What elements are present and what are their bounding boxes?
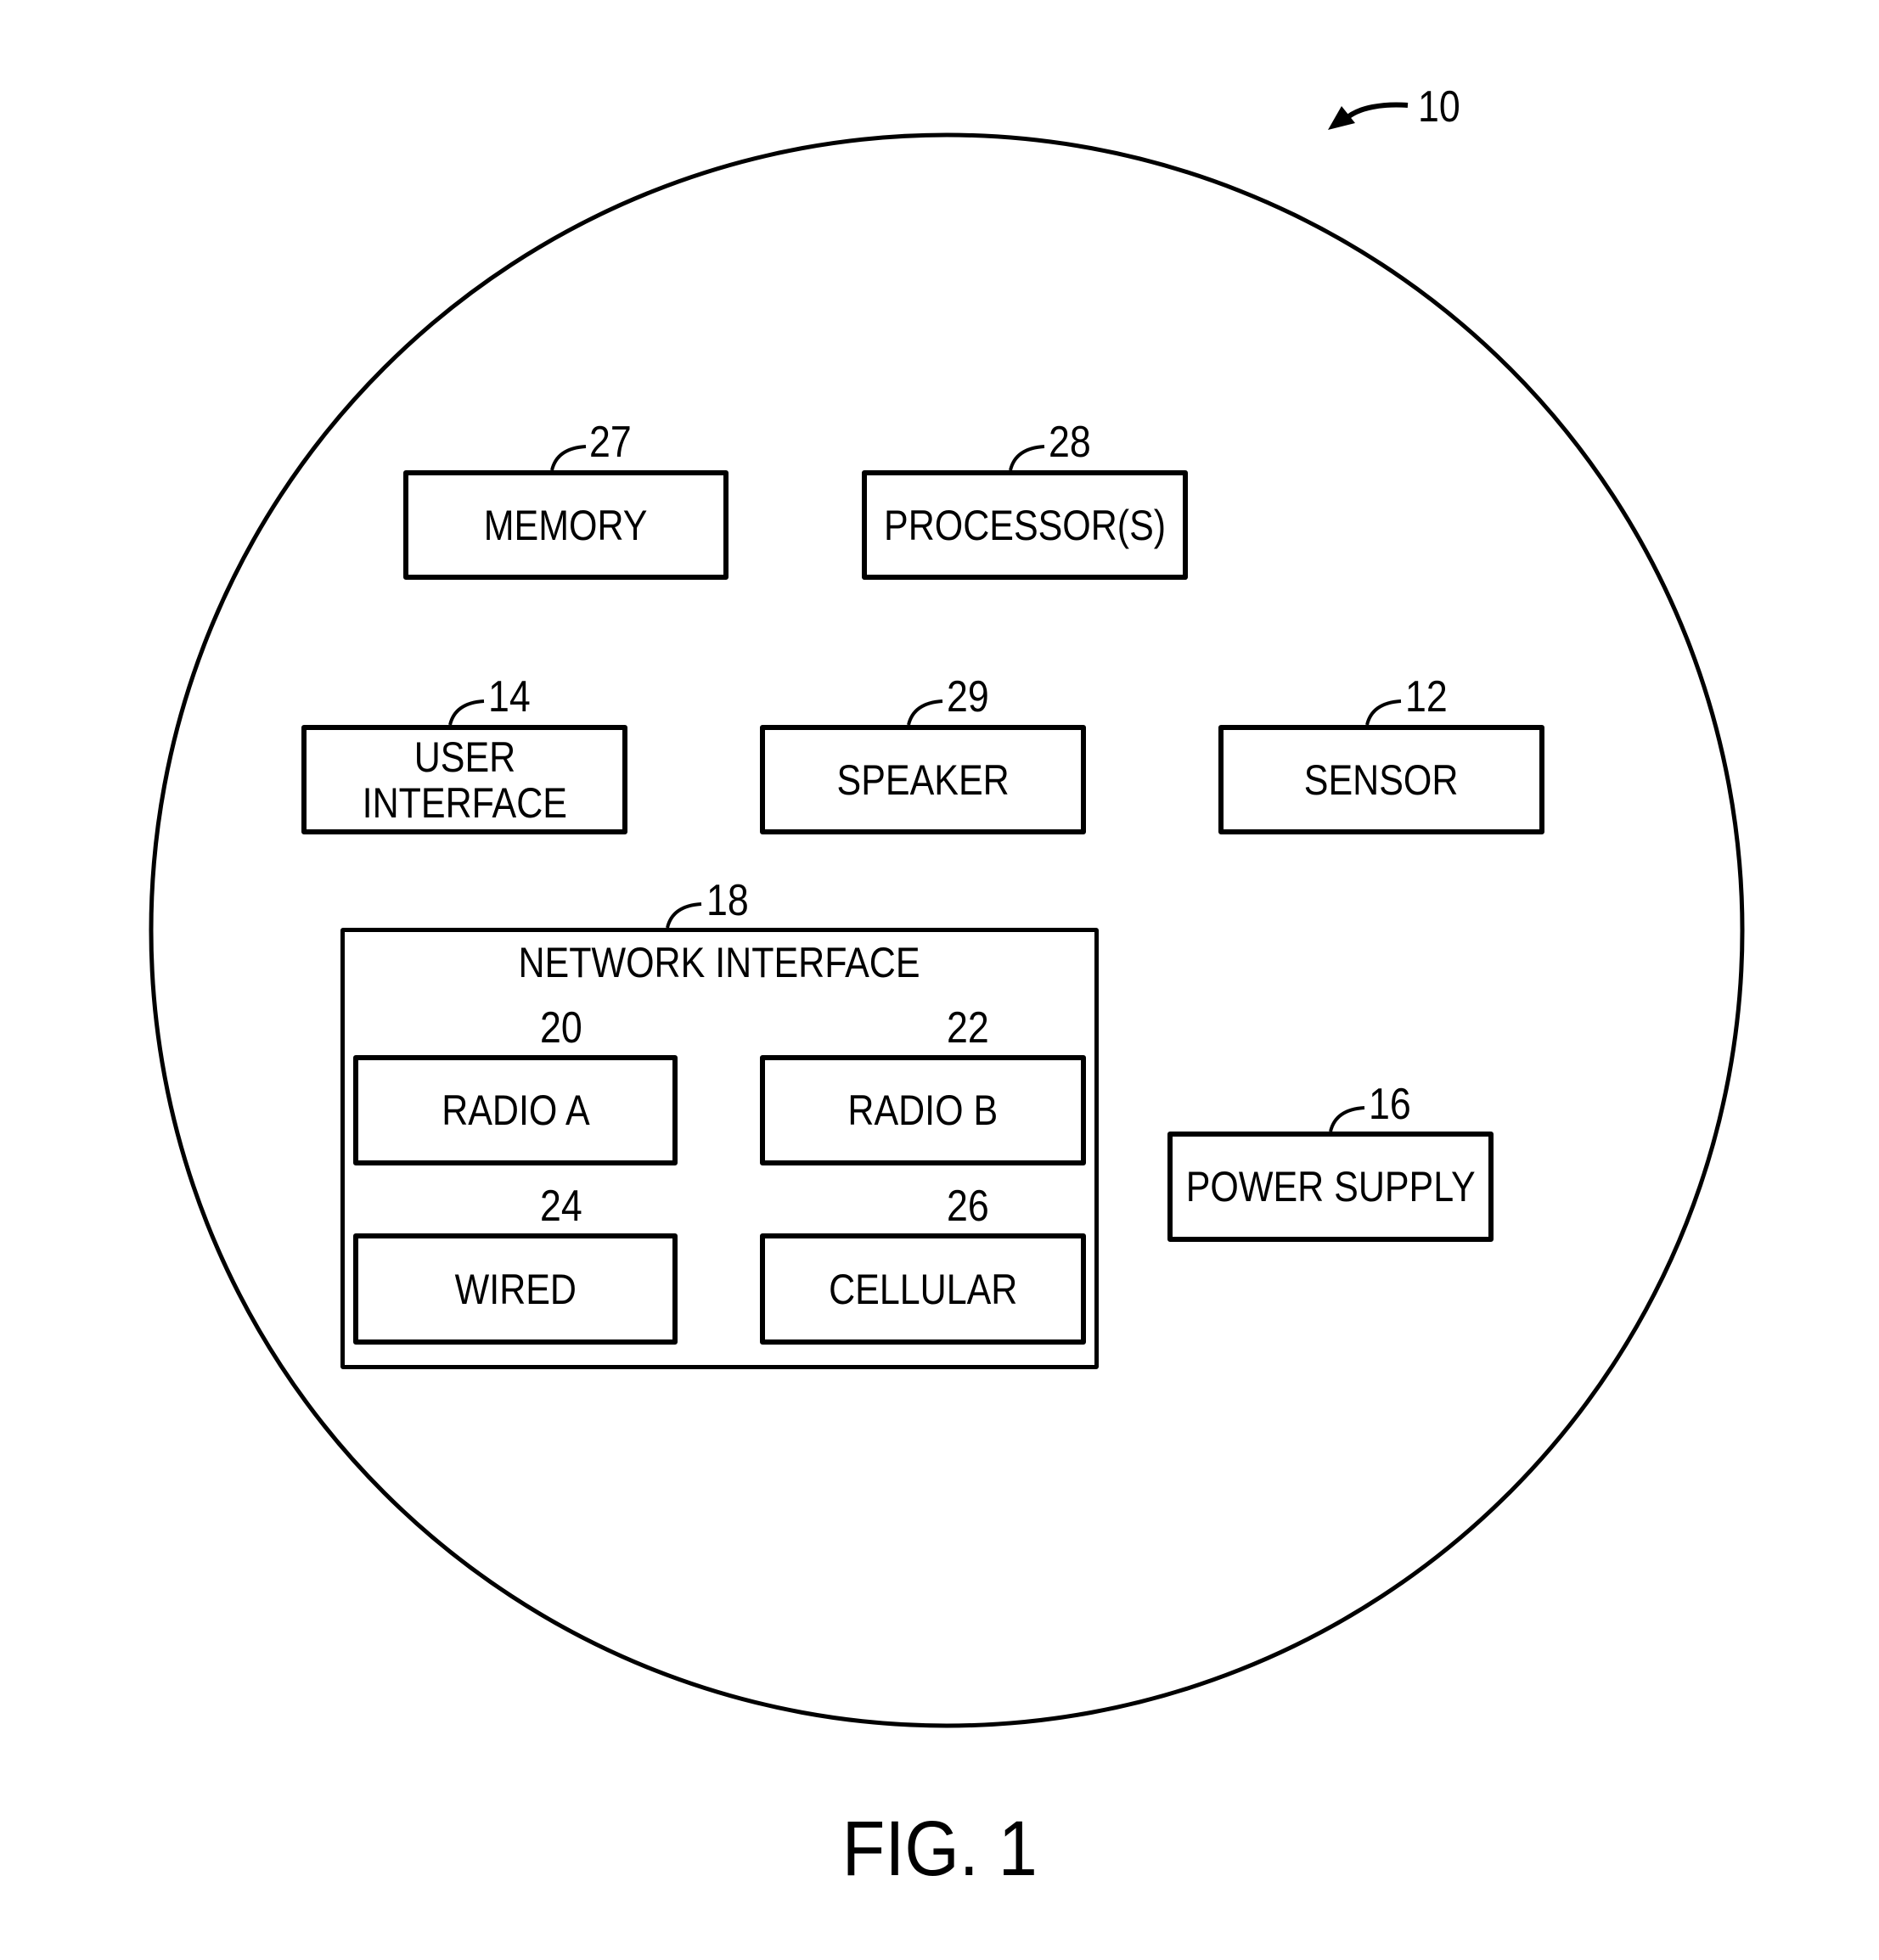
radio-a-label: RADIO A — [441, 1087, 590, 1134]
patent-figure: 10 MEMORY 27 PROCESSOR(S) 28 USER INTERF… — [0, 0, 1879, 1960]
network-interface-ref-number: 18 — [706, 876, 749, 925]
sensor-label: SENSOR — [1304, 755, 1459, 804]
device-ref-arrow-head-icon — [1328, 106, 1355, 130]
leader-sensor — [1365, 699, 1402, 726]
processor-label: PROCESSOR(S) — [883, 501, 1167, 549]
radio-b-label: RADIO B — [847, 1087, 999, 1134]
power-supply-ref-number: 16 — [1369, 1080, 1411, 1129]
device-ref-arrow-line — [1343, 102, 1409, 121]
leader-user-interface — [448, 699, 485, 726]
leader-power-supply — [1329, 1106, 1365, 1132]
cellular-ref-number: 26 — [947, 1182, 989, 1231]
power-supply-block: POWER SUPPLY — [1167, 1132, 1494, 1242]
memory-ref-number: 27 — [589, 418, 632, 467]
memory-label: MEMORY — [484, 501, 648, 549]
sensor-ref-number: 12 — [1405, 672, 1448, 722]
radio-a-block: RADIO A — [353, 1055, 678, 1165]
leader-memory — [550, 445, 587, 471]
network-interface-label: NETWORK INTERFACE — [518, 939, 921, 986]
power-supply-label: POWER SUPPLY — [1185, 1163, 1476, 1210]
radio-b-block: RADIO B — [760, 1055, 1086, 1165]
wired-block: WIRED — [353, 1233, 678, 1345]
speaker-ref-number: 29 — [947, 672, 989, 722]
radio-b-ref-number: 22 — [947, 1003, 989, 1053]
speaker-label: SPEAKER — [836, 755, 1010, 804]
processor-block: PROCESSOR(S) — [862, 470, 1188, 580]
wired-label: WIRED — [454, 1265, 577, 1313]
user-interface-block: USER INTERFACE — [301, 725, 627, 834]
memory-block: MEMORY — [403, 470, 729, 580]
wired-ref-number: 24 — [540, 1182, 582, 1231]
figure-caption-text: FIG. 1 — [841, 1806, 1038, 1892]
leader-network-interface — [666, 902, 702, 929]
user-interface-label-line1: USER — [413, 733, 515, 781]
user-interface-ref-number: 14 — [488, 672, 531, 722]
device-ref-number: 10 — [1418, 82, 1460, 132]
leader-processor — [1009, 445, 1045, 471]
radio-a-ref-number: 20 — [540, 1003, 582, 1053]
processor-ref-number: 28 — [1049, 418, 1091, 467]
sensor-block: SENSOR — [1218, 725, 1544, 834]
figure-caption: FIG. 1 — [0, 1806, 1879, 1891]
cellular-block: CELLULAR — [760, 1233, 1086, 1345]
speaker-block: SPEAKER — [760, 725, 1086, 834]
leader-speaker — [907, 699, 943, 726]
user-interface-label-line2: INTERFACE — [362, 778, 567, 827]
cellular-label: CELLULAR — [828, 1265, 1018, 1313]
